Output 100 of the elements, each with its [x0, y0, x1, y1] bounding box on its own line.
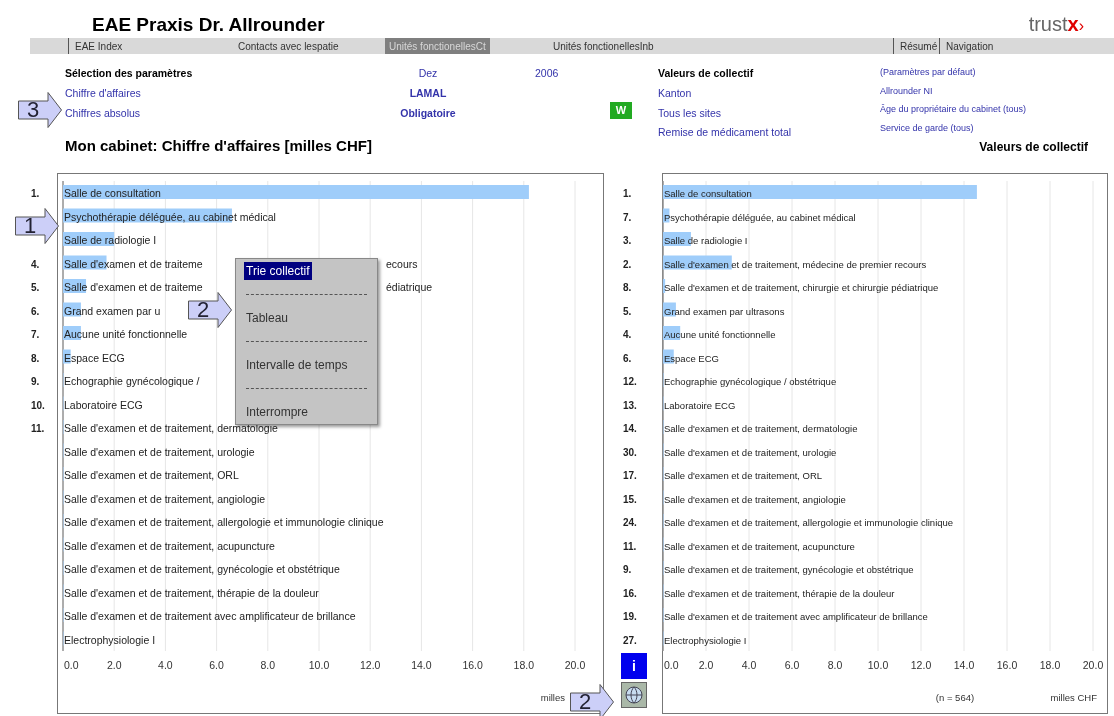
category-label: Salle d'examen et de traitement, médecine de premier recours [664, 258, 927, 270]
category-label: Salle d'examen et de traitement, acupuncture [664, 540, 855, 552]
menu-item[interactable]: Tableau [244, 309, 291, 327]
rank-number: 24. [623, 517, 637, 528]
rank-number: 27. [623, 634, 637, 646]
rank-number: 16. [623, 587, 637, 599]
menu-item[interactable]: Trie collectif [244, 262, 312, 280]
tick-label: 12.0 [360, 659, 381, 671]
category-label: Salle d'examen et de traitement, gynécologie et obstétrique [64, 563, 340, 575]
nav-tab[interactable]: Contacts avec lespatie [238, 38, 339, 54]
tick-label: 18.0 [1039, 659, 1061, 671]
category-label: Aucune unité fonctionnelle [64, 328, 188, 340]
category-label: Electrophysiologie I [664, 634, 747, 646]
parameter-link[interactable]: Remise de médicament total [658, 125, 792, 141]
category-label: édiatrique [386, 281, 433, 293]
category-label: Grand examen par ultrasons [664, 305, 785, 317]
tick-label: 8.0 [260, 659, 276, 671]
rank-number: 5. [623, 305, 632, 317]
chart-title: Mon cabinet: Chiffre d'affaires [milles CHF] [65, 138, 372, 153]
category-label: Salle d'examen et de traiteme [64, 257, 203, 270]
category-label: Espace ECG [664, 352, 719, 364]
category-label: Echographie gynécologique / [64, 375, 200, 387]
category-label: Psychothérapie déléguée, au cabinet médical [664, 211, 856, 223]
rank-number: 8. [623, 282, 632, 293]
rank-number: 4. [623, 329, 632, 340]
category-label: Salle d'examen et de traitement avec amplificateur de brillance [64, 610, 356, 622]
menu-item[interactable]: Intervalle de temps [244, 356, 350, 374]
category-label: Espace ECG [64, 351, 125, 364]
category-label: Salle d'examen et de traitement, dermatologie [64, 422, 278, 434]
tick-label: 4.0 [158, 659, 173, 671]
page-title: EAE Praxis Dr. Allrounder [92, 15, 325, 37]
tick-label: 16.0 [462, 659, 483, 671]
category-label: Salle d'examen et de traitement, acupuncture [64, 539, 275, 552]
parameter-link[interactable]: Service de garde (tous) [880, 121, 974, 135]
logo: trustx› [1028, 14, 1084, 37]
rank-number: 4. [31, 258, 40, 270]
category-label: Salle d'examen et de traitement, allergologie et immunologie clinique [664, 517, 954, 528]
parameter-link[interactable]: LAMAL [409, 85, 447, 102]
nav-tab[interactable]: Résumé [900, 38, 938, 54]
rank-number: 9. [623, 564, 632, 575]
category-label: Aucune unité fonctionnelle [664, 329, 776, 340]
rank-number: 5. [31, 282, 40, 293]
category-label: Salle d'examen et de traitement, allergologie et immunologie clinique [64, 516, 384, 528]
parameter-link[interactable]: Allrounder NI [880, 84, 933, 98]
sample-size-note: (n = 564) [935, 692, 975, 703]
category-label: Salle d'examen et de traitement avec amplificateur de brillance [664, 611, 928, 622]
parameter-link[interactable]: Chiffres absolus [65, 105, 141, 122]
info-button[interactable]: i [621, 653, 647, 679]
category-label: Salle d'examen et de traiteme [64, 281, 203, 293]
menu-item[interactable]: Interrompre [244, 403, 311, 421]
rank-number: 1. [623, 188, 632, 199]
callout-arrow: 1 [15, 208, 59, 244]
parameter-link[interactable]: Tous les sites [658, 105, 722, 122]
category-label: Salle d'examen et de traitement, dermatologie [664, 423, 858, 434]
category-label: Echographie gynécologique / obstétrique [664, 376, 837, 387]
category-label: Salle de consultation [64, 187, 161, 199]
parameter-link[interactable]: Kanton [658, 85, 692, 102]
rank-number: 8. [31, 352, 40, 364]
category-label: ecours [386, 257, 418, 270]
rank-number: 6. [623, 352, 632, 364]
rank-number: 17. [623, 470, 637, 481]
category-label: Psychothérapie déléguée, au cabinet médical [64, 210, 276, 223]
category-label: Electrophysiologie I [64, 633, 156, 646]
category-label: Salle d'examen et de traitement, angiologie [664, 493, 846, 505]
rank-number: 9. [31, 376, 40, 387]
globe-button[interactable] [621, 682, 647, 708]
nav-tab[interactable]: EAE Index [75, 38, 123, 54]
category-label: Salle d'examen et de traitement, urologie [664, 446, 837, 458]
tick-label: 10.0 [867, 659, 889, 671]
rank-number: 7. [623, 211, 632, 223]
category-label: Salle d'examen et de traitement, gynécologie et obstétrique [664, 564, 914, 575]
parameter-link[interactable]: (Paramètres par défaut) [880, 66, 976, 80]
tick-label: 0.0 [664, 659, 679, 671]
rank-number: 14. [623, 423, 637, 434]
category-label: Salle d'examen et de traitement, thérapie de la douleur [664, 587, 895, 599]
rank-number: 19. [623, 611, 637, 622]
section-heading: Sélection des paramètres [65, 66, 193, 81]
rank-number: 10. [31, 399, 45, 411]
period-link[interactable]: Dez [418, 66, 438, 82]
parameter-link[interactable]: Chiffre d'affaires [65, 85, 141, 102]
nav-tab[interactable]: Navigation [946, 38, 994, 54]
tick-label: 4.0 [741, 659, 757, 671]
callout-arrow: 2 [188, 292, 232, 328]
period-link[interactable]: 2006 [535, 67, 559, 79]
tick-label: 12.0 [910, 659, 932, 671]
callout-arrow: 2 [570, 684, 614, 716]
parameter-link[interactable]: Obligatoire [400, 105, 456, 122]
tick-label: 16.0 [996, 659, 1018, 671]
tick-label: 14.0 [411, 659, 432, 671]
parameter-link[interactable]: Âge du propriétaire du cabinet (tous) [880, 103, 1027, 117]
nav-tab[interactable]: Unités fonctionellesInb [553, 38, 654, 54]
category-label: Salle d'examen et de traitement, ORL [664, 470, 823, 481]
tick-label: 2.0 [698, 659, 714, 671]
category-label: Laboratoire ECG [664, 399, 736, 411]
rank-number: 2. [623, 258, 632, 270]
category-label: Grand examen par u [64, 304, 161, 317]
tick-label: 18.0 [513, 659, 534, 671]
category-label: Salle d'examen et de traitement, angiologie [64, 492, 266, 505]
chart-title: Valeurs de collectif [979, 141, 1088, 153]
category-label: Salle de consultation [664, 188, 752, 199]
